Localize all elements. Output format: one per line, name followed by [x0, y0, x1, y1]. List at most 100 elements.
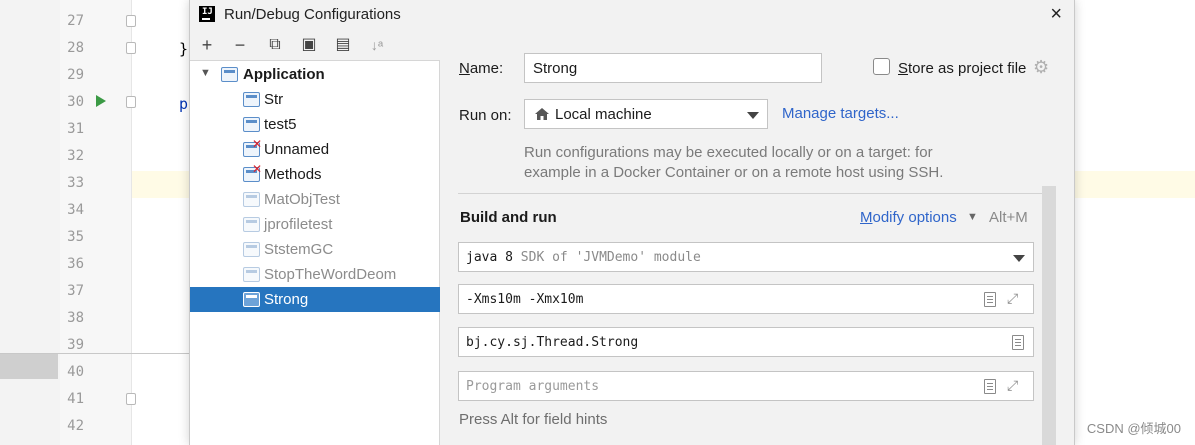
run-on-label: Run on: — [459, 107, 512, 124]
intellij-app-icon: IJ — [199, 6, 215, 22]
run-config-icon — [243, 92, 260, 107]
tree-item[interactable]: jprofiletest — [190, 212, 440, 237]
modify-options-link[interactable]: Modify options — [860, 209, 957, 226]
expand-icon[interactable]: ⤢ — [1007, 292, 1018, 306]
tree-item-label: StopTheWordDeom — [264, 266, 397, 283]
chevron-down-icon[interactable]: ▼ — [967, 211, 978, 223]
document-icon[interactable] — [984, 292, 996, 307]
run-debug-configurations-dialog: IJ Run/Debug Configurations × + − ⧉ ▣ ▤ … — [189, 0, 1075, 445]
sort-icon[interactable]: ↓ᵃ — [366, 34, 388, 56]
error-x-icon: ✕ — [252, 162, 263, 176]
name-field[interactable]: Strong — [524, 53, 822, 83]
line-number: 33 — [67, 175, 84, 191]
tree-item-label: MatObjTest — [264, 191, 340, 208]
section-divider — [458, 193, 1054, 194]
close-button[interactable]: × — [1050, 3, 1062, 26]
dialog-title: Run/Debug Configurations — [224, 6, 401, 23]
line-number: 30 — [67, 94, 84, 110]
manage-targets-link[interactable]: Manage targets... — [782, 105, 899, 122]
tree-group-label: Application — [243, 66, 325, 83]
configuration-form: Name: Strong Store as project file ⚙ Run… — [440, 31, 1074, 445]
line-number: 42 — [67, 418, 84, 434]
error-x-icon: ✕ — [252, 137, 263, 151]
program-arguments-field[interactable]: Program arguments ⤢ — [458, 371, 1034, 401]
config-toolbar: + − ⧉ ▣ ▤ ↓ᵃ — [190, 31, 440, 60]
vm-options-field[interactable]: -Xms10m -Xmx10m ⤢ — [458, 284, 1034, 314]
run-on-value: Local machine — [555, 106, 652, 123]
vm-options-value: -Xms10m -Xmx10m — [466, 292, 584, 307]
tree-item-label: test5 — [264, 116, 297, 133]
run-config-error-icon: ✕ — [243, 162, 262, 182]
line-number: 40 — [67, 364, 84, 380]
tree-item[interactable]: test5 — [190, 112, 440, 137]
browse-icon[interactable] — [1012, 335, 1024, 350]
modify-options-shortcut: Alt+M — [989, 209, 1028, 226]
line-number: 34 — [67, 202, 84, 218]
tree-item-label: Strong — [264, 291, 309, 308]
name-label: Name: — [459, 60, 504, 77]
tree-item-label: StstemGC — [264, 241, 334, 258]
fold-marker-icon[interactable] — [126, 42, 136, 54]
temporary-config-icon — [243, 267, 260, 282]
tree-item[interactable]: StopTheWordDeom — [190, 262, 440, 287]
gear-icon[interactable]: ⚙ — [1033, 58, 1049, 76]
tree-item-label: Unnamed — [264, 141, 330, 158]
jdk-select[interactable]: java 8 SDK of 'JVMDemo' module — [458, 242, 1034, 272]
temporary-config-icon — [243, 242, 260, 257]
tree-item[interactable]: ✕ Methods — [190, 162, 440, 187]
temporary-config-icon — [243, 217, 260, 232]
build-and-run-panel — [458, 191, 1054, 445]
build-and-run-title: Build and run — [460, 209, 557, 226]
store-as-project-file-label[interactable]: Store as project file — [898, 60, 1026, 77]
new-folder-icon[interactable]: ▤ — [332, 34, 354, 56]
run-config-icon — [243, 292, 260, 307]
scrollbar[interactable] — [1042, 186, 1056, 445]
run-config-error-icon: ✕ — [243, 137, 262, 157]
run-gutter-icon[interactable] — [96, 95, 106, 107]
line-number: 35 — [67, 229, 84, 245]
tree-item[interactable]: ✕ Unnamed — [190, 137, 440, 162]
dialog-titlebar: IJ Run/Debug Configurations × — [190, 0, 1074, 31]
dropdown-arrow-icon — [1013, 255, 1025, 262]
main-class-value: bj.cy.sj.Thread.Strong — [466, 335, 639, 350]
document-icon[interactable] — [984, 379, 996, 394]
fold-marker-icon[interactable] — [126, 96, 136, 108]
line-number: 36 — [67, 256, 84, 272]
jdk-value: java 8 SDK of 'JVMDemo' module — [466, 250, 701, 265]
run-config-icon — [243, 117, 260, 132]
run-on-dropdown[interactable]: Local machine — [524, 99, 768, 129]
fold-marker-icon[interactable] — [126, 393, 136, 405]
line-number: 27 — [67, 13, 84, 29]
application-icon — [221, 67, 238, 82]
tree-item-label: jprofiletest — [264, 216, 333, 233]
line-number: 39 — [67, 337, 84, 353]
expand-icon[interactable]: ⤢ — [1007, 379, 1018, 393]
watermark: CSDN @倾城00 — [1086, 421, 1181, 436]
save-icon[interactable]: ▣ — [298, 34, 320, 56]
store-as-project-file-checkbox[interactable] — [873, 58, 890, 75]
tree-item-selected[interactable]: Strong — [190, 287, 440, 312]
tree-item-label: Methods — [264, 166, 322, 183]
editor-divider — [0, 353, 190, 354]
line-number: 28 — [67, 40, 84, 56]
code-brace: } — [179, 40, 189, 58]
chevron-down-icon[interactable]: ▼ — [200, 67, 211, 79]
run-on-help-text: Run configurations may be executed local… — [524, 144, 944, 181]
main-class-field[interactable]: bj.cy.sj.Thread.Strong — [458, 327, 1034, 357]
tree-item[interactable]: StstemGC — [190, 237, 440, 262]
tree-item[interactable]: MatObjTest — [190, 187, 440, 212]
line-number: 41 — [67, 391, 84, 407]
program-arguments-placeholder: Program arguments — [466, 379, 600, 394]
copy-icon[interactable]: ⧉ — [264, 34, 286, 56]
temporary-config-icon — [243, 192, 260, 207]
fold-marker-icon[interactable] — [126, 15, 136, 27]
tree-item[interactable]: Str — [190, 87, 440, 112]
field-hint-text: Press Alt for field hints — [459, 411, 608, 428]
remove-icon[interactable]: − — [229, 34, 251, 56]
add-icon[interactable]: + — [196, 34, 218, 56]
dropdown-arrow-icon — [747, 112, 759, 119]
configurations-tree: ▼ Application Str test5 ✕ Unnamed ✕ Meth… — [190, 60, 440, 445]
tree-group-application[interactable]: ▼ Application — [190, 62, 440, 87]
editor-scroll-marker — [0, 353, 58, 379]
line-number: 38 — [67, 310, 84, 326]
